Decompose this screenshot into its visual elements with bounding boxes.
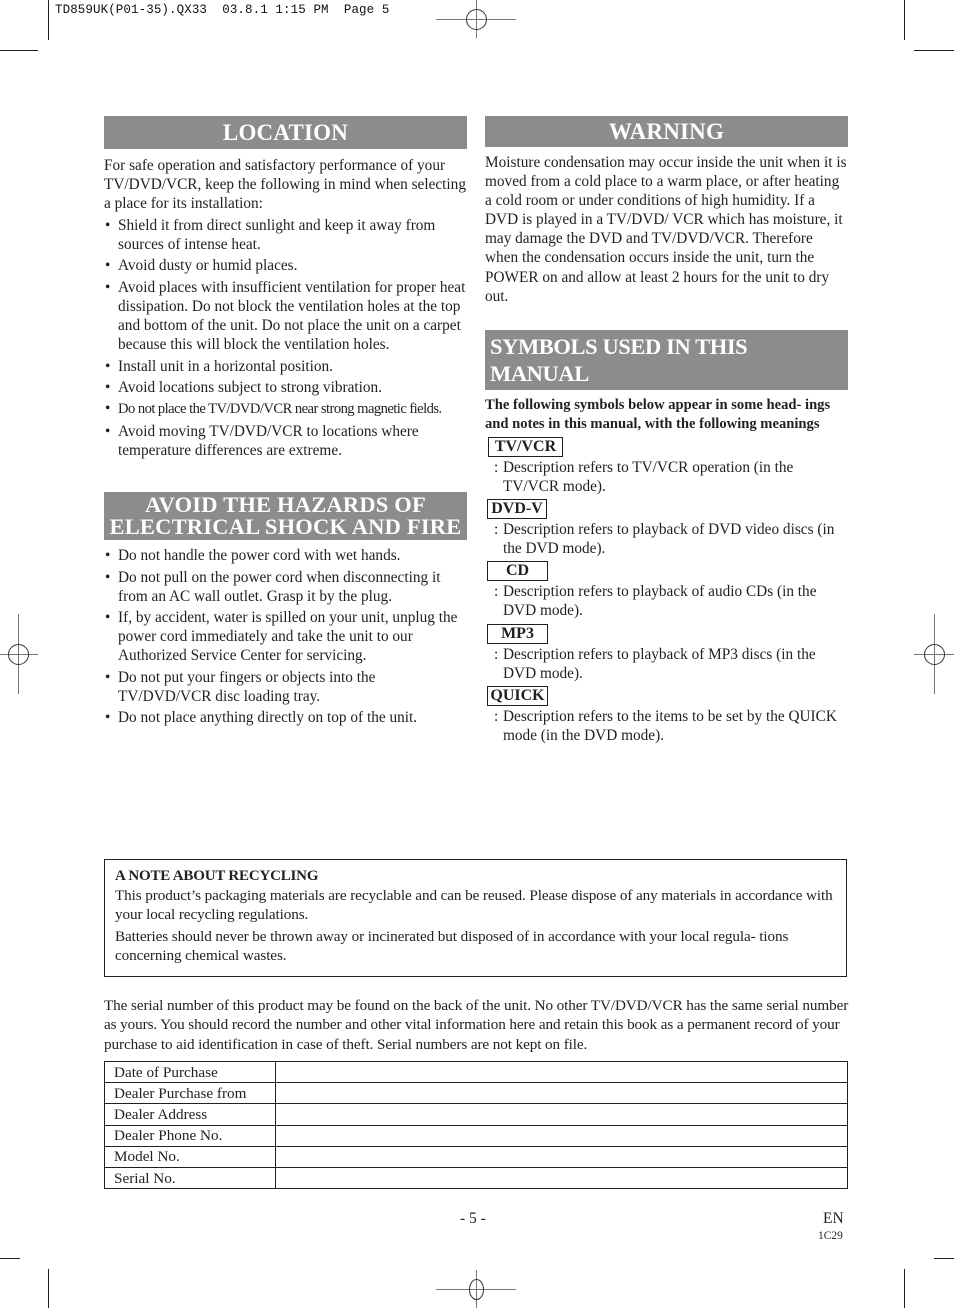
record-label: Dealer Purchase from — [104, 1082, 276, 1105]
symbol-entry-tv-vcr: TV/VCR : Description refers to TV/VCR ope… — [485, 434, 848, 496]
language-code: EN — [823, 1210, 844, 1227]
list-item: • Do not place the TV/DVD/VCR near strong… — [105, 400, 442, 418]
list-item: • Avoid locations subject to strong vibra… — [105, 378, 382, 396]
symbols-intro: The following symbols below appear in so… — [485, 396, 831, 432]
symbol-label-dvd-v: DVD-V — [487, 499, 547, 520]
list-item: • Avoid dusty or humid places. — [105, 257, 298, 275]
location-list: • Shield it from direct sunlight and keep… — [104, 216, 467, 460]
record-label: Model No. — [104, 1145, 276, 1168]
bullet-icon: • — [105, 547, 111, 565]
symbol-entry-dvd-v: DVD-V : Description refers to playback of… — [485, 496, 848, 558]
list-item: • Do not place anything directly on top o… — [105, 709, 418, 727]
hazards-list: • Do not handle the power cord with wet h… — [104, 546, 467, 727]
record-label: Dealer Address — [104, 1103, 276, 1126]
symbol-description: Description refers to playback of audio … — [503, 583, 817, 620]
symbol-label-tv-vcr: TV/VCR — [488, 436, 563, 457]
bullet-icon: • — [105, 400, 111, 418]
registration-mark-bottom — [436, 1270, 516, 1308]
table-row: Date of Purchase — [104, 1060, 848, 1084]
bullet-icon: • — [105, 257, 111, 275]
symbol-description: Description refers to playback of DVD vi… — [503, 521, 835, 558]
recycling-paragraph: This product’s packaging materials are r… — [115, 887, 833, 924]
table-row: Serial No. — [104, 1166, 848, 1190]
symbols-section: SYMBOLS USED IN THIS MANUAL The followin… — [485, 329, 848, 745]
location-intro: For safe operation and satisfactory perf… — [104, 157, 466, 213]
record-value-field[interactable] — [275, 1145, 848, 1168]
right-column: WARNING Moisture condensation may occur … — [485, 116, 848, 745]
bullet-icon: • — [105, 709, 111, 727]
bullet-icon: • — [105, 357, 111, 375]
symbol-entry-quick: QUICK : Description refers to the items t… — [485, 683, 848, 745]
table-row: Dealer Purchase from — [104, 1082, 848, 1105]
bullet-icon: • — [105, 216, 111, 234]
warning-heading: WARNING — [485, 116, 848, 147]
hazards-heading-line-2: ELECTRICAL SHOCK AND FIRE — [109, 513, 462, 539]
record-value-field[interactable] — [275, 1060, 848, 1084]
symbols-heading: SYMBOLS USED IN THIS MANUAL — [485, 329, 848, 390]
bullet-icon: • — [105, 568, 111, 586]
document-code: 1C29 — [818, 1230, 843, 1242]
table-row: Model No. — [104, 1145, 848, 1168]
recycling-note: A NOTE ABOUT RECYCLING This product’s pa… — [104, 859, 847, 977]
list-item: • Avoid moving TV/DVD/VCR to locations wh… — [105, 422, 419, 460]
location-section: LOCATION For safe operation and satisfac… — [104, 116, 467, 460]
record-value-field[interactable] — [275, 1124, 848, 1147]
table-row: Dealer Address — [104, 1103, 848, 1126]
symbol-entry-mp3: MP3 : Description refers to playback of M… — [485, 621, 848, 683]
list-item: • Shield it from direct sunlight and keep… — [105, 216, 436, 253]
list-item: • Avoid places with insufficient ventilat… — [105, 278, 466, 354]
record-value-field[interactable] — [275, 1082, 848, 1105]
symbol-description: Description refers to the items to be se… — [503, 707, 837, 744]
record-label: Serial No. — [104, 1166, 276, 1190]
symbol-label-mp3: MP3 — [487, 623, 548, 644]
table-row: Dealer Phone No. — [104, 1124, 848, 1147]
warning-section: WARNING Moisture condensation may occur … — [485, 116, 848, 306]
bullet-icon: • — [105, 278, 111, 296]
record-value-field[interactable] — [275, 1166, 848, 1190]
hazards-heading: AVOID THE HAZARDS OF ELECTRICAL SHOCK AN… — [104, 492, 467, 541]
location-heading: LOCATION — [104, 116, 467, 149]
hazards-section: AVOID THE HAZARDS OF ELECTRICAL SHOCK AN… — [104, 492, 467, 727]
bullet-icon: • — [105, 378, 111, 396]
list-item: • Do not pull on the power cord when disc… — [105, 568, 441, 605]
symbol-description: Description refers to TV/VCR operation (… — [503, 458, 794, 496]
record-label: Date of Purchase — [104, 1060, 276, 1084]
registration-mark-left — [0, 614, 38, 694]
recycling-paragraph: Batteries should never be thrown away or… — [115, 927, 789, 964]
registration-mark-right — [914, 614, 954, 694]
symbol-entry-cd: CD : Description refers to playback of au… — [485, 558, 848, 620]
symbol-description: Description refers to playback of MP3 di… — [503, 645, 816, 682]
warning-body: Moisture condensation may occur inside t… — [485, 154, 847, 305]
serial-number-notice: The serial number of this product may be… — [104, 997, 849, 1053]
bullet-icon: • — [105, 609, 111, 627]
list-item: • Install unit in a horizontal position. — [105, 357, 333, 375]
registration-mark-top — [436, 0, 516, 38]
symbol-label-cd: CD — [487, 561, 548, 582]
bullet-icon: • — [105, 668, 111, 686]
recycling-note-title: A NOTE ABOUT RECYCLING — [115, 868, 319, 884]
left-column: LOCATION For safe operation and satisfac… — [104, 116, 467, 728]
list-item: • Do not put your fingers or objects into… — [105, 668, 376, 705]
symbol-label-quick: QUICK — [487, 685, 548, 706]
page-number: - 5 - — [460, 1210, 486, 1227]
list-item: • If, by accident, water is spilled on yo… — [105, 609, 458, 665]
bullet-icon: • — [105, 422, 111, 440]
record-value-field[interactable] — [275, 1103, 848, 1126]
list-item: • Do not handle the power cord with wet h… — [105, 547, 401, 565]
purchase-record-table: Date of Purchase Dealer Purchase from De… — [104, 1060, 848, 1190]
record-label: Dealer Phone No. — [104, 1124, 276, 1147]
print-slug: TD859UK(P01-35).QX33 03.8.1 1:15 PM Page… — [55, 3, 390, 17]
